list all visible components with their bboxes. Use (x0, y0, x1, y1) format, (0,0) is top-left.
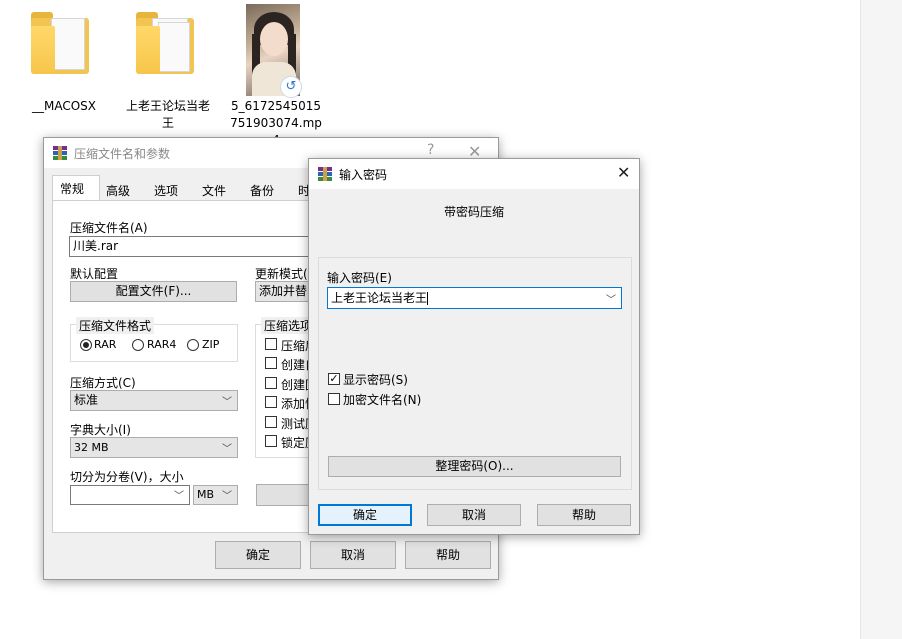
radio-rar-label: RAR (94, 338, 117, 351)
option-checkbox-5[interactable] (265, 416, 277, 428)
compression-method-label: 压缩方式(C) (70, 376, 136, 390)
dictionary-size-label: 字典大小(I) (70, 423, 131, 437)
radio-rar[interactable] (80, 339, 92, 351)
cancel-button[interactable]: 取消 (310, 541, 396, 569)
split-volume-label: 切分为分卷(V)，大小 (70, 470, 184, 484)
option-label-1: 压缩后 (281, 339, 309, 353)
desktop-icon-video[interactable]: ↺ 5_6172545015751903074.mp4 (228, 2, 324, 147)
encrypt-filenames-checkbox[interactable] (328, 393, 340, 405)
chevron-down-icon: ﹀ (174, 491, 184, 502)
folder-icon (31, 12, 89, 74)
shortcut-arrow-icon: ↺ (280, 76, 302, 98)
option-label-6: 锁定压 (281, 436, 309, 450)
password-value: 上老王论坛当老王 (331, 291, 428, 305)
dictionary-size-value: 32 MB (74, 441, 109, 454)
split-unit-value: MB (197, 488, 215, 501)
option-checkbox-3[interactable] (265, 377, 277, 389)
desktop-icon-label: 上老王论坛当老王 (125, 99, 210, 130)
winrar-icon (318, 167, 332, 181)
password-input[interactable]: 上老王论坛当老王 ﹀ (327, 287, 622, 309)
folder-icon (136, 12, 194, 74)
update-mode-select[interactable]: 添加并替 (255, 281, 315, 302)
right-edge-strip (860, 0, 902, 639)
radio-rar4[interactable] (132, 339, 144, 351)
encrypt-filenames-label: 加密文件名(N) (343, 393, 422, 407)
option-checkbox-4[interactable] (265, 396, 277, 408)
archive-options-title: 压缩选项 (261, 317, 316, 334)
tab-files[interactable]: 文件 (202, 178, 242, 200)
desktop-icon-label: __MACOSX (31, 99, 96, 113)
tab-options[interactable]: 选项 (154, 178, 194, 200)
password-label: 输入密码(E) (327, 271, 392, 285)
chevron-down-icon: ﹀ (222, 444, 232, 455)
radio-zip[interactable] (187, 339, 199, 351)
show-password-label: 显示密码(S) (343, 373, 408, 387)
archive-name-input[interactable]: 川美.rar (69, 236, 329, 257)
password-cancel-button[interactable]: 取消 (427, 504, 521, 526)
default-config-label: 默认配置 (70, 267, 119, 281)
option-label-5: 测试压 (281, 417, 309, 431)
tab-backup[interactable]: 备份 (250, 178, 290, 200)
password-heading: 带密码压缩 (443, 205, 504, 219)
desktop-icon-folder[interactable]: 上老王论坛当老王 (122, 8, 214, 136)
winrar-icon (53, 146, 67, 160)
password-ok-button[interactable]: 确定 (318, 504, 412, 526)
option-label-4: 添加恢 (281, 397, 309, 411)
text-cursor (427, 292, 429, 305)
organize-passwords-button[interactable]: 整理密码(O)... (328, 456, 621, 477)
titlebar: 输入密码 ✕ (309, 159, 639, 189)
dialog-title: 压缩文件名和参数 (74, 147, 171, 161)
dialog-title: 输入密码 (339, 168, 388, 182)
split-unit-select[interactable]: MB ﹀ (193, 485, 238, 505)
option-label-3: 创建固 (281, 378, 309, 392)
config-profile-button[interactable]: 配置文件(F)... (70, 281, 237, 302)
option-checkbox-6[interactable] (265, 435, 277, 447)
help-title-button[interactable]: ? (427, 142, 434, 158)
compression-method-value: 标准 (74, 393, 99, 407)
tab-advanced[interactable]: 高级 (106, 178, 146, 200)
show-password-checkbox[interactable]: ✓ (328, 373, 340, 385)
archive-format-title: 压缩文件格式 (76, 317, 155, 334)
password-dialog: 输入密码 ✕ 带密码压缩 输入密码(E) 上老王论坛当老王 ﹀ ✓ 显示密码(S… (308, 158, 640, 535)
chevron-down-icon: ﹀ (222, 397, 232, 408)
radio-zip-label: ZIP (202, 338, 220, 351)
tab-general[interactable]: 常规 (52, 175, 100, 200)
update-mode-label: 更新模式( (255, 267, 308, 281)
chevron-down-icon: ﹀ (222, 491, 232, 502)
option-checkbox-2[interactable] (265, 357, 277, 369)
radio-rar4-label: RAR4 (147, 338, 177, 351)
option-label-2: 创建自 (281, 358, 309, 372)
close-icon[interactable]: ✕ (617, 163, 630, 182)
chevron-down-icon[interactable]: ﹀ (606, 291, 616, 311)
help-button[interactable]: 帮助 (405, 541, 491, 569)
archive-name-label: 压缩文件名(A) (70, 221, 148, 235)
compression-method-select[interactable]: 标准 ﹀ (70, 390, 238, 411)
option-checkbox-1[interactable] (265, 338, 277, 350)
split-size-input[interactable]: ﹀ (70, 485, 190, 505)
set-password-button[interactable] (256, 484, 316, 506)
ok-button[interactable]: 确定 (215, 541, 301, 569)
dictionary-size-select[interactable]: 32 MB ﹀ (70, 437, 238, 458)
desktop-icon-macosx[interactable]: __MACOSX (22, 8, 106, 118)
password-help-button[interactable]: 帮助 (537, 504, 631, 526)
